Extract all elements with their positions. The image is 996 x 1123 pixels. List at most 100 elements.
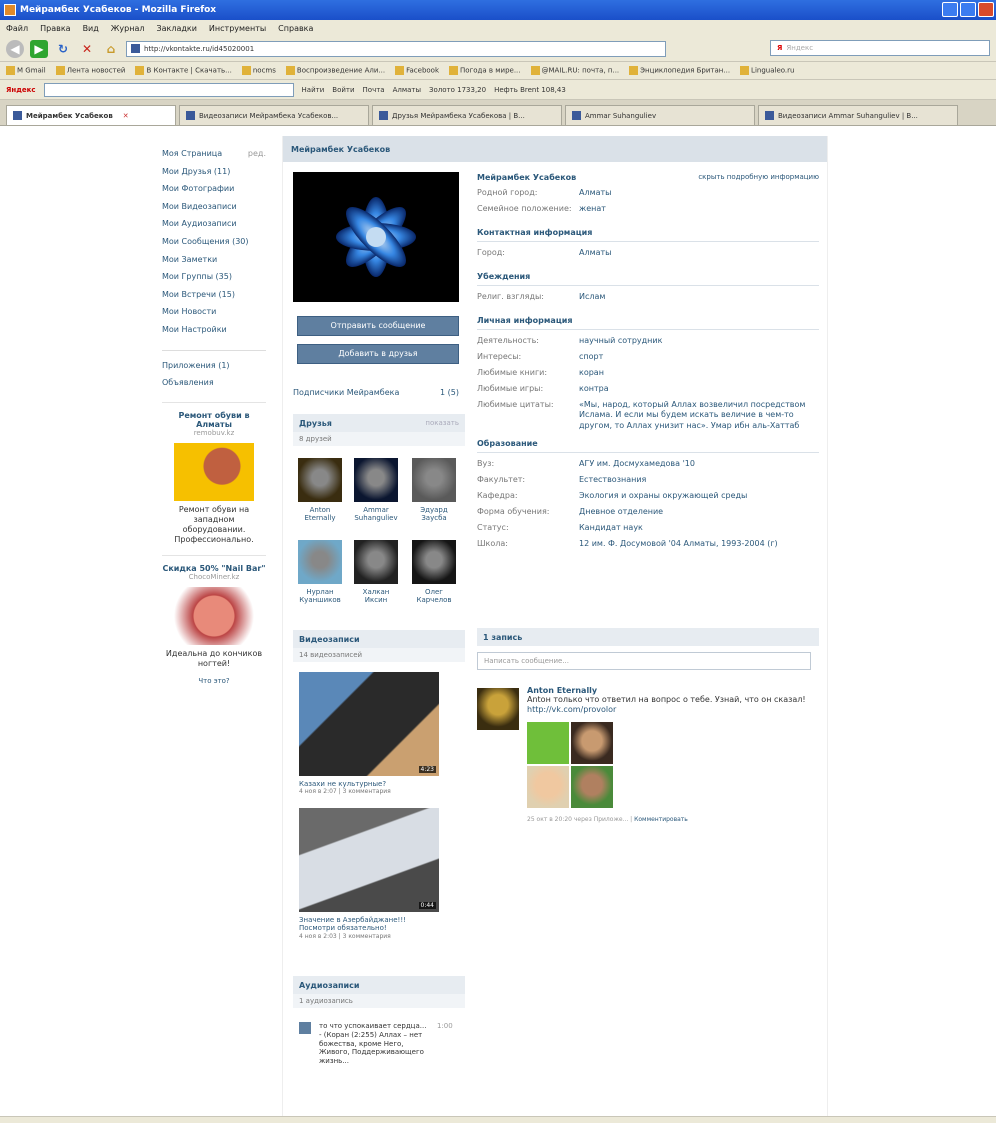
friend-card[interactable]: Халкан Иксин: [351, 540, 401, 605]
ad-image[interactable]: [174, 586, 254, 645]
info-value[interactable]: контра: [579, 384, 609, 400]
subscribers-row[interactable]: Подписчики Мейрамбека 1 (5): [293, 388, 459, 397]
info-value[interactable]: Экология и охраны окружающей среды: [579, 491, 747, 507]
attachment-photo[interactable]: [571, 721, 613, 764]
video-title[interactable]: Значение в Азербайджане!!!Посмотри обяза…: [299, 916, 439, 933]
audio-title[interactable]: Аудиозаписи: [299, 981, 360, 990]
yandex-find-button[interactable]: Найти: [302, 86, 325, 94]
yandex-oil[interactable]: Нефть Brent 108,43: [494, 86, 566, 94]
maximize-button[interactable]: [960, 2, 976, 17]
nav-settings[interactable]: Мои Настройки: [162, 321, 266, 339]
minimize-button[interactable]: [942, 2, 958, 17]
attachment-photo[interactable]: [527, 765, 569, 808]
friend-name[interactable]: Эдуард Заусба: [420, 506, 447, 522]
nav-audio[interactable]: Мои Аудиозаписи: [162, 215, 266, 233]
bookmark-item[interactable]: nocms: [241, 66, 276, 75]
tab-ammar-videos[interactable]: Видеозаписи Ammar Suhanguliev | В...: [758, 105, 958, 125]
menu-edit[interactable]: Правка: [40, 24, 70, 33]
videos-header[interactable]: Видеозаписи: [293, 630, 465, 648]
info-value[interactable]: Кандидат наук: [579, 523, 643, 539]
audio-track-title[interactable]: то что успокаивает сердца... - (Коран (2…: [319, 1022, 429, 1066]
nav-apps[interactable]: Приложения (1): [162, 357, 266, 375]
address-bar[interactable]: http://vkontakte.ru/id45020001: [126, 40, 666, 57]
info-value[interactable]: АГУ им. Досмухамедова '10: [579, 459, 695, 475]
question-icon[interactable]: [527, 721, 569, 764]
menu-history[interactable]: Журнал: [111, 24, 145, 33]
nav-notes[interactable]: Мои Заметки: [162, 251, 266, 269]
menu-help[interactable]: Справка: [278, 24, 313, 33]
video-item[interactable]: 4:23 Казахи не культурные? 4 ноя в 2:07 …: [299, 672, 439, 795]
bookmark-item[interactable]: Воспроизведение Али...: [285, 66, 385, 75]
info-value[interactable]: «Мы, народ, который Аллах возвеличил пос…: [579, 400, 819, 431]
nav-videos[interactable]: Мои Видеозаписи: [162, 198, 266, 216]
send-message-button[interactable]: Отправить сообщение: [297, 316, 459, 336]
add-friend-button[interactable]: Добавить в друзья: [297, 344, 459, 364]
friend-card[interactable]: Anton Eternally: [295, 458, 345, 523]
friend-photo[interactable]: [298, 458, 342, 502]
friend-name[interactable]: Нурлан Куаншиков: [299, 588, 341, 604]
post-author[interactable]: Anton Eternally: [527, 686, 817, 695]
post-author-avatar[interactable]: [477, 688, 519, 730]
close-window-button[interactable]: [978, 2, 994, 17]
tab-profile[interactable]: Мейрамбек Усабеков ✕: [6, 105, 176, 125]
yandex-mail-button[interactable]: Почта: [363, 86, 385, 94]
profile-avatar[interactable]: [293, 172, 459, 302]
friend-photo[interactable]: [412, 458, 456, 502]
bookmark-item[interactable]: Погода в мире...: [449, 66, 521, 75]
nav-messages[interactable]: Мои Сообщения (30): [162, 233, 266, 251]
stop-icon[interactable]: ✕: [78, 40, 96, 58]
tab-friends[interactable]: Друзья Мейрамбека Усабекова | В...: [372, 105, 562, 125]
ads-what-is-this-link[interactable]: Что это?: [162, 677, 266, 685]
hide-details-link[interactable]: скрыть подробную информацию: [698, 173, 819, 181]
friend-photo[interactable]: [298, 540, 342, 584]
videos-title[interactable]: Видеозаписи: [299, 635, 360, 644]
bookmark-item[interactable]: В Контакте | Скачать...: [135, 66, 232, 75]
ad-block[interactable]: Скидка 50% "Nail Bar" ChocoMiner.kz Идеа…: [162, 554, 266, 669]
nav-ads[interactable]: Объявления: [162, 374, 266, 392]
menu-view[interactable]: Вид: [83, 24, 99, 33]
close-tab-icon[interactable]: ✕: [123, 112, 129, 120]
bookmark-item[interactable]: Lingualeo.ru: [740, 66, 794, 75]
nav-events[interactable]: Мои Встречи (15): [162, 286, 266, 304]
friends-header[interactable]: Друзья показать: [293, 414, 465, 432]
ad-block[interactable]: Ремонт обуви в Алматы remobuv.kz Ремонт …: [162, 401, 266, 545]
comment-link[interactable]: Комментировать: [634, 816, 688, 823]
home-icon[interactable]: ⌂: [102, 40, 120, 58]
friends-show-link[interactable]: показать: [425, 419, 459, 427]
video-title[interactable]: Казахи не культурные?: [299, 780, 439, 788]
friend-name[interactable]: Anton Eternally: [305, 506, 336, 522]
bookmark-item[interactable]: Лента новостей: [55, 66, 125, 75]
friend-photo[interactable]: [354, 458, 398, 502]
nav-groups[interactable]: Мои Группы (35): [162, 268, 266, 286]
nav-edit-link[interactable]: ред.: [248, 145, 266, 163]
bookmark-item[interactable]: Энциклопедия Британ...: [629, 66, 730, 75]
wall-post-input[interactable]: Написать сообщение...: [477, 652, 811, 670]
friends-title[interactable]: Друзья: [299, 419, 332, 428]
yandex-login-button[interactable]: Войти: [332, 86, 354, 94]
menu-file[interactable]: Файл: [6, 24, 28, 33]
bookmark-item[interactable]: @MAIL.RU: почта, п...: [530, 66, 619, 75]
info-value[interactable]: Алматы: [579, 188, 612, 204]
info-value[interactable]: 12 им. Ф. Досумовой '04 Алматы, 1993-200…: [579, 539, 778, 555]
menu-tools[interactable]: Инструменты: [209, 24, 266, 33]
nav-photos[interactable]: Мои Фотографии: [162, 180, 266, 198]
menu-bookmarks[interactable]: Закладки: [156, 24, 196, 33]
back-icon[interactable]: ◀: [6, 39, 24, 58]
friend-photo[interactable]: [354, 540, 398, 584]
info-value[interactable]: Естествознания: [579, 475, 646, 491]
search-input[interactable]: Я Яндекс: [770, 40, 990, 56]
ad-title[interactable]: Ремонт обуви в Алматы: [162, 411, 266, 429]
friend-name[interactable]: Халкан Иксин: [363, 588, 390, 604]
info-value[interactable]: Алматы: [579, 248, 612, 264]
forward-icon[interactable]: ▶: [30, 39, 48, 58]
nav-my-page[interactable]: Моя Страница: [162, 145, 222, 163]
yandex-weather[interactable]: Алматы: [393, 86, 421, 94]
video-item[interactable]: 0:44 Значение в Азербайджане!!!Посмотри …: [299, 808, 439, 940]
subscribers-label[interactable]: Подписчики Мейрамбека: [293, 388, 399, 397]
yandex-search-input[interactable]: [43, 82, 294, 97]
bookmark-item[interactable]: Facebook: [395, 66, 439, 75]
nav-friends[interactable]: Мои Друзья (11): [162, 163, 266, 181]
yandex-gold[interactable]: Золото 1733,20: [429, 86, 486, 94]
video-thumbnail[interactable]: 4:23: [299, 672, 439, 776]
play-icon[interactable]: [299, 1022, 311, 1034]
